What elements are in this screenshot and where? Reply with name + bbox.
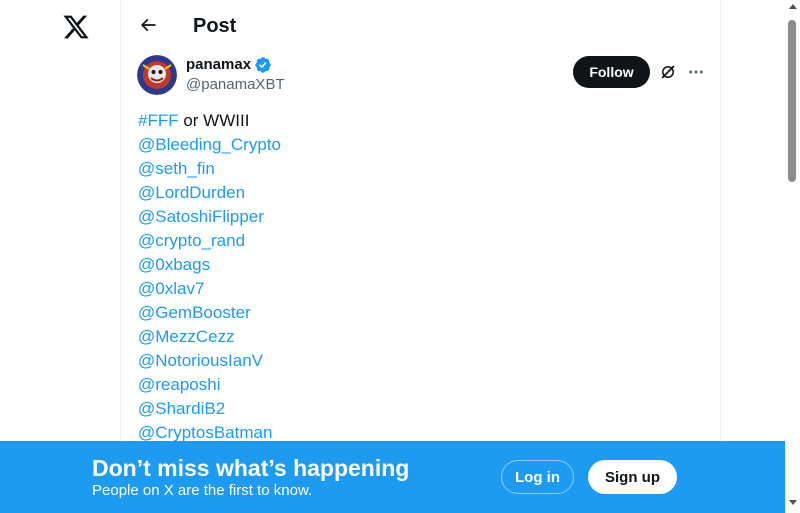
mention-line: @MezzCezz bbox=[138, 325, 698, 349]
mention-link[interactable]: @crypto_rand bbox=[138, 231, 245, 250]
arrow-left-icon bbox=[138, 15, 158, 40]
mention-link[interactable]: @reaposhi bbox=[138, 375, 220, 394]
back-button[interactable] bbox=[135, 14, 161, 40]
mention-line: @LordDurden bbox=[138, 181, 698, 205]
verified-badge-icon bbox=[254, 56, 272, 74]
mention-line: @0xlav7 bbox=[138, 277, 698, 301]
post-column: Post panamax @panamaXBT Follow #FFF or W… bbox=[120, 0, 721, 513]
signup-button[interactable]: Sign up bbox=[588, 460, 677, 494]
x-logo-icon[interactable] bbox=[62, 13, 90, 41]
mention-line: @crypto_rand bbox=[138, 229, 698, 253]
mention-link[interactable]: @ShardiB2 bbox=[138, 399, 225, 418]
mention-link[interactable]: @Bleeding_Crypto bbox=[138, 135, 281, 154]
page-scrollbar[interactable] bbox=[785, 0, 800, 513]
mention-line: @reaposhi bbox=[138, 373, 698, 397]
mention-link[interactable]: @CryptosBatman bbox=[138, 423, 272, 442]
more-horizontal-icon[interactable] bbox=[685, 61, 707, 83]
mention-line: @ShardiB2 bbox=[138, 397, 698, 421]
mention-link[interactable]: @seth_fin bbox=[138, 159, 215, 178]
avatar[interactable] bbox=[137, 55, 177, 95]
author-display-name: panamax bbox=[186, 56, 252, 73]
mention-line: @GemBooster bbox=[138, 301, 698, 325]
mention-link[interactable]: @0xlav7 bbox=[138, 279, 204, 298]
page-title: Post bbox=[193, 15, 237, 37]
mention-line: @0xbags bbox=[138, 253, 698, 277]
mention-link[interactable]: @GemBooster bbox=[138, 303, 251, 322]
author-handle[interactable]: @panamaXBT bbox=[186, 76, 285, 94]
left-rail bbox=[0, 0, 120, 513]
grok-icon[interactable] bbox=[657, 61, 679, 83]
tweet-first-line: #FFF or WWIII bbox=[138, 109, 698, 133]
login-button[interactable]: Log in bbox=[501, 460, 574, 494]
mention-line: @SatoshiFlipper bbox=[138, 205, 698, 229]
signup-banner: Don’t miss what’s happening People on X … bbox=[0, 441, 785, 513]
mention-link[interactable]: @NotoriousIanV bbox=[138, 351, 263, 370]
banner-title: Don’t miss what’s happening bbox=[92, 455, 410, 481]
mention-line: @NotoriousIanV bbox=[138, 349, 698, 373]
scroll-down-icon[interactable] bbox=[789, 500, 797, 505]
mention-link[interactable]: @MezzCezz bbox=[138, 327, 235, 346]
mention-line: @seth_fin bbox=[138, 157, 698, 181]
scrollbar-thumb[interactable] bbox=[788, 20, 796, 182]
scroll-up-icon[interactable] bbox=[789, 4, 797, 9]
banner-subtitle: People on X are the first to know. bbox=[92, 482, 313, 499]
mention-link[interactable]: @0xbags bbox=[138, 255, 210, 274]
author-name-line[interactable]: panamax bbox=[186, 56, 272, 74]
mention-link[interactable]: @LordDurden bbox=[138, 183, 245, 202]
author-row: panamax @panamaXBT Follow bbox=[137, 54, 705, 98]
hashtag-link[interactable]: #FFF bbox=[138, 111, 179, 130]
mention-line: @Bleeding_Crypto bbox=[138, 133, 698, 157]
follow-button[interactable]: Follow bbox=[573, 56, 650, 88]
tweet-text: #FFF or WWIII @Bleeding_Crypto @seth_fin… bbox=[138, 109, 698, 445]
mention-link[interactable]: @SatoshiFlipper bbox=[138, 207, 264, 226]
tweet-plain-text: or WWIII bbox=[178, 111, 250, 130]
post-header: Post bbox=[121, 0, 720, 53]
